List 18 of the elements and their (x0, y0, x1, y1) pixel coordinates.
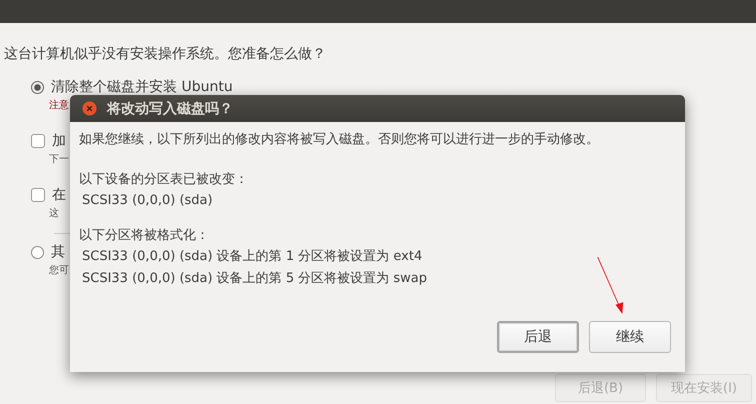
change-line: SCSI33 (0,0,0) (sda) 设备上的第 5 分区将被设置为 swap (81, 270, 428, 288)
option-label: 其 (51, 243, 65, 261)
option-label: 在 (52, 186, 66, 204)
section-heading: 以下设备的分区表已被改变： (79, 171, 249, 189)
option-note: 这 (49, 206, 59, 221)
option-note: 您可 (49, 264, 69, 278)
section-heading: 以下分区将被格式化： (79, 227, 210, 245)
change-line: SCSI33 (0,0,0) (sda) (81, 192, 214, 210)
option-label: 加 (52, 132, 66, 150)
dialog-title: 将改动写入磁盘吗？ (107, 100, 233, 118)
dialog-button[interactable]: 继续 (589, 321, 671, 353)
option-note: 注意 (49, 98, 69, 113)
change-line: SCSI33 (0,0,0) (sda) 设备上的第 1 分区将被设置为 ext4 (81, 248, 424, 266)
question-text: 这台计算机似乎没有安装操作系统。您准备怎么做？ (4, 45, 327, 64)
option-label: 清除整个磁盘并安装 Ubuntu (51, 78, 233, 96)
dialog-button[interactable]: 后退 (497, 321, 579, 353)
option-note: 下一 (49, 153, 69, 167)
dialog-message: 如果您继续，以下所列出的修改内容将被写入磁盘。否则您将可以进行进一步的手动修改。 (79, 131, 600, 149)
